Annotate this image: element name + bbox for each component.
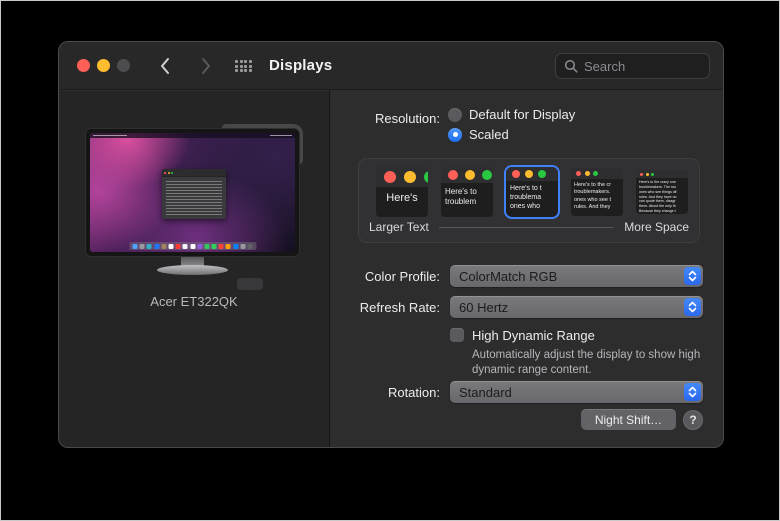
larger-text-label: Larger Text: [369, 220, 429, 234]
rotation-value: Standard: [459, 384, 512, 400]
hdr-checkbox[interactable]: [450, 328, 464, 342]
refresh-rate-dropdown[interactable]: 60 Hertz: [450, 296, 703, 318]
zoom-button-disabled: [117, 59, 130, 72]
display-preview-pane: Acer ET322QK: [59, 91, 329, 447]
mini-app-window: [162, 169, 226, 219]
monitor-screen-wallpaper: [90, 133, 295, 252]
more-space-label: More Space: [624, 220, 689, 234]
titlebar[interactable]: Displays: [59, 42, 723, 90]
resolution-label: Resolution:: [374, 111, 440, 126]
night-shift-button[interactable]: Night Shift…: [581, 409, 676, 430]
color-profile-dropdown[interactable]: ColorMatch RGB: [450, 265, 703, 287]
monitor-bezel: [85, 128, 300, 257]
dropdown-chevrons-icon: [684, 267, 701, 285]
forward-button[interactable]: [199, 57, 213, 75]
thumb-sample-text: Here's to troublem: [445, 187, 477, 206]
help-button[interactable]: ?: [683, 410, 703, 430]
resolution-radio-group: Default for Display Scaled: [448, 107, 575, 142]
dock-icon: [204, 243, 210, 249]
radio-default-label: Default for Display: [469, 107, 576, 122]
scaled-resolution-picker: Here's Here's to troublem Here's to t tr…: [358, 158, 700, 243]
rotation-label: Rotation:: [387, 385, 440, 400]
dropdown-chevrons-icon: [684, 298, 701, 316]
display-settings-pane: Resolution: Default for Display Scaled H…: [330, 91, 723, 447]
dock-icon: [197, 243, 203, 249]
mini-dock: [129, 242, 256, 250]
radio-scaled[interactable]: [448, 127, 462, 142]
back-button[interactable]: [158, 57, 172, 75]
resolution-thumb-2[interactable]: Here's to troublem: [441, 167, 493, 217]
dropdown-chevrons-icon: [684, 383, 701, 401]
system-preferences-window: Displays Search Acer ET322QK Resolution:…: [58, 41, 724, 448]
mini-app-titlebar: [162, 169, 226, 177]
resolution-thumb-more-space[interactable]: Here's to the crazy one troublemakers. T…: [636, 170, 688, 214]
dock-icon: [190, 243, 195, 249]
resolution-thumb-4[interactable]: Here's to the cr troublemakers. ones who…: [571, 168, 623, 216]
dock-icon: [218, 243, 224, 249]
thumb-sample-text: Here's to the crazy one troublemakers. T…: [639, 180, 677, 214]
search-input[interactable]: [584, 58, 701, 74]
thumb-sample-text: Here's to t troublema ones who: [510, 185, 542, 211]
monitor-stand-base: [157, 265, 228, 275]
display-name-label: Acer ET322QK: [150, 294, 238, 309]
dock-icon: [139, 243, 145, 249]
monitor-stand-shadow: [237, 278, 263, 290]
hdr-label: High Dynamic Range: [472, 328, 595, 343]
radio-row-scaled[interactable]: Scaled: [448, 127, 575, 142]
thumb-sample-text: Here's: [386, 192, 418, 204]
window-content: Acer ET322QK Resolution: Default for Dis…: [59, 91, 723, 447]
refresh-rate-value: 60 Hertz: [459, 299, 509, 315]
dock-icon: [161, 243, 167, 249]
dock-icon: [132, 243, 138, 249]
color-profile-value: ColorMatch RGB: [459, 268, 558, 284]
radio-scaled-label: Scaled: [469, 127, 509, 142]
desktop-background: Displays Search Acer ET322QK Resolution:…: [0, 0, 780, 521]
refresh-rate-label: Refresh Rate:: [359, 300, 440, 315]
close-button[interactable]: [77, 59, 90, 72]
resolution-thumb-selected[interactable]: Here's to t troublema ones who: [506, 167, 558, 217]
dock-icon: [233, 243, 239, 249]
search-field[interactable]: [555, 53, 710, 79]
dock-icon: [146, 243, 152, 249]
scale-labels-row: Larger Text More Space: [369, 220, 689, 234]
mini-app-text-lines: [166, 181, 222, 215]
window-title: Displays: [269, 57, 333, 74]
show-all-grid-icon[interactable]: [235, 60, 252, 72]
dock-icon: [175, 243, 181, 249]
dock-icon: [182, 243, 188, 249]
hdr-description: Automatically adjust the display to show…: [472, 349, 701, 377]
dock-icon: [240, 243, 246, 249]
scale-divider-line: [438, 226, 615, 228]
radio-default-for-display[interactable]: [448, 107, 462, 122]
resolution-thumb-larger-text[interactable]: Here's: [376, 167, 428, 217]
resolution-thumbnails: Here's Here's to troublem Here's to t tr…: [376, 167, 688, 219]
rotation-dropdown[interactable]: Standard: [450, 381, 703, 403]
search-icon: [564, 59, 578, 73]
dock-icon: [211, 243, 217, 249]
dock-icon: [225, 243, 231, 249]
minimize-button[interactable]: [97, 59, 110, 72]
mini-menubar: [90, 133, 295, 138]
dock-icon: [168, 243, 174, 249]
dock-icon: [154, 243, 160, 249]
radio-row-default-for-display[interactable]: Default for Display: [448, 107, 575, 122]
dock-icon: [247, 243, 253, 249]
color-profile-label: Color Profile:: [364, 269, 440, 284]
thumb-sample-text: Here's to the cr troublemakers. ones who…: [574, 182, 612, 211]
